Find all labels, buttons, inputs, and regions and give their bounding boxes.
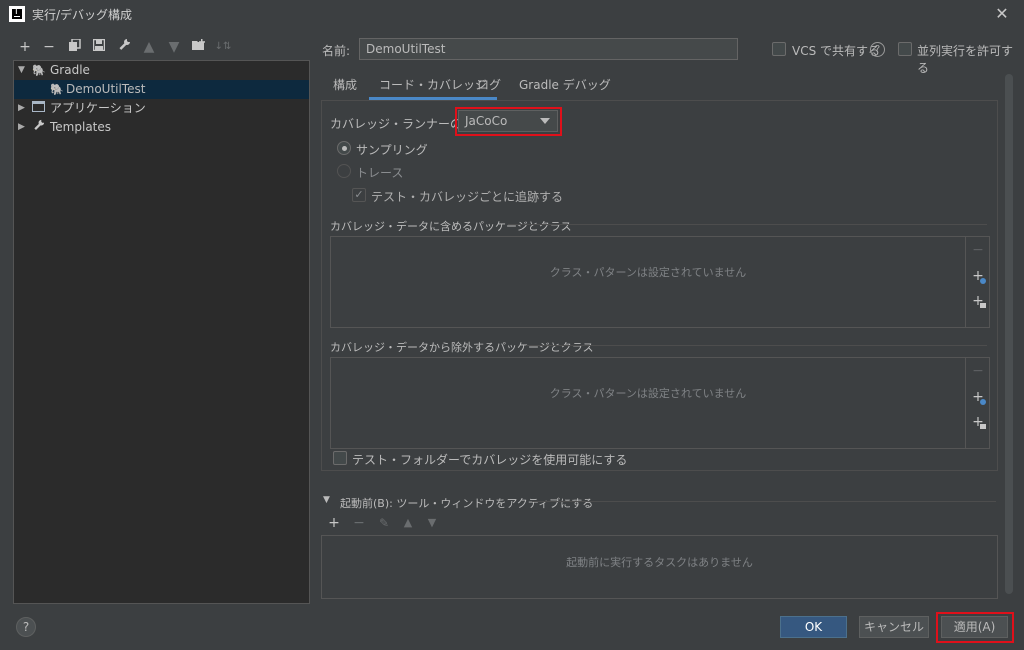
before-launch-title: 起動前(B): ツール・ウィンドウをアクティブにする <box>340 497 594 510</box>
list-toolbar: − + + <box>965 237 989 327</box>
include-section-title: カバレッジ・データに含めるパッケージとクラス <box>330 220 572 233</box>
include-patterns-list[interactable]: クラス・パターンは設定されていません − + + <box>330 236 990 328</box>
tab-gradle-debug[interactable]: Gradle デバッグ <box>509 72 621 100</box>
wrench-icon[interactable] <box>115 38 133 56</box>
edit-task-icon[interactable]: ✎ <box>375 514 393 532</box>
wrench-icon <box>33 118 45 137</box>
remove-icon[interactable]: − <box>970 363 986 379</box>
move-up-icon[interactable]: ▲ <box>399 514 417 532</box>
sort-icon[interactable]: ↓⇅ <box>214 38 232 56</box>
apply-button[interactable]: 適用(A) <box>941 616 1008 638</box>
minus-icon[interactable]: − <box>40 38 58 56</box>
parallel-run-checkbox[interactable] <box>898 42 912 56</box>
app-logo-icon <box>9 6 25 22</box>
move-down-icon[interactable]: ▼ <box>423 514 441 532</box>
tracing-label: トレース <box>356 166 404 180</box>
track-per-test-label: テスト・カバレッジごとに追跡する <box>371 190 564 204</box>
add-task-icon[interactable]: + <box>325 514 343 532</box>
help-icon[interactable]: ? <box>870 42 885 57</box>
save-icon[interactable] <box>90 38 108 56</box>
vcs-share-checkbox[interactable] <box>772 42 786 56</box>
application-icon <box>32 99 45 118</box>
before-launch-list[interactable]: 起動前に実行するタスクはありません <box>321 535 998 599</box>
add-class-icon[interactable]: + <box>970 268 986 284</box>
tree-item-application[interactable]: ▶ アプリケーション <box>14 99 309 118</box>
add-class-icon[interactable]: + <box>970 389 986 405</box>
tree-item-demoutiltest[interactable]: 🐘 DemoUtilTest <box>14 80 309 99</box>
folder-add-icon[interactable] <box>190 38 208 56</box>
separator <box>526 345 987 346</box>
expand-arrow-icon[interactable]: ▼ <box>18 61 25 80</box>
window-title: 実行/デバッグ構成 <box>32 8 133 22</box>
empty-list-text: クラス・パターンは設定されていません <box>549 266 747 279</box>
empty-list-text: 起動前に実行するタスクはありません <box>566 556 753 569</box>
collapse-arrow-icon[interactable]: ▶ <box>18 99 25 118</box>
list-toolbar: − + + <box>965 358 989 448</box>
gradle-icon: 🐘 <box>50 83 64 96</box>
close-icon[interactable]: ✕ <box>992 4 1012 24</box>
empty-list-text: クラス・パターンは設定されていません <box>549 387 747 400</box>
coverage-runner-select[interactable]: JaCoCo <box>458 110 558 132</box>
vcs-share-label: VCS で共有する <box>792 44 881 58</box>
collapse-arrow-icon[interactable]: ▶ <box>18 118 25 137</box>
exclude-section-title: カバレッジ・データから除外するパッケージとクラス <box>330 341 594 354</box>
separator <box>532 501 996 502</box>
runner-value: JaCoCo <box>465 114 508 128</box>
tree-item-templates[interactable]: ▶ Templates <box>14 118 309 137</box>
move-up-icon[interactable]: ▲ <box>140 38 158 56</box>
exclude-patterns-list[interactable]: クラス・パターンは設定されていません − + + <box>330 357 990 449</box>
vertical-scrollbar[interactable] <box>1005 74 1013 594</box>
plus-icon[interactable]: + <box>16 38 34 56</box>
tree-item-label: アプリケーション <box>50 101 146 115</box>
gradle-icon: 🐘 <box>32 64 46 77</box>
chevron-down-icon <box>540 118 550 124</box>
test-folders-label: テスト・フォルダーでカバレッジを使用可能にする <box>352 453 628 467</box>
name-field[interactable]: DemoUtilTest <box>359 38 738 60</box>
tab-configuration[interactable]: 構成 <box>323 72 367 100</box>
remove-task-icon[interactable]: − <box>350 514 368 532</box>
move-down-icon[interactable]: ▼ <box>165 38 183 56</box>
name-label: 名前: <box>322 44 351 58</box>
track-per-test-checkbox[interactable]: ✓ <box>352 188 366 202</box>
separator <box>508 224 987 225</box>
add-package-icon[interactable]: + <box>970 293 986 309</box>
remove-icon[interactable]: − <box>970 242 986 258</box>
help-button[interactable]: ? <box>16 617 36 637</box>
copy-icon[interactable] <box>66 38 84 56</box>
tree-item-label: DemoUtilTest <box>66 82 146 96</box>
tree-item-label: Templates <box>50 120 112 134</box>
tree-item-label: Gradle <box>50 63 90 77</box>
sampling-label: サンプリング <box>356 143 428 157</box>
add-package-icon[interactable]: + <box>970 414 986 430</box>
title-bar <box>0 0 1024 28</box>
tab-logs[interactable]: ログ <box>467 72 511 100</box>
test-folders-checkbox[interactable] <box>333 451 347 465</box>
cancel-button[interactable]: キャンセル <box>859 616 929 638</box>
parallel-run-label: 並列実行を許可する <box>917 44 1014 75</box>
ok-button[interactable]: OK <box>780 616 847 638</box>
collapse-arrow-icon[interactable]: ▼ <box>323 495 330 505</box>
config-tree[interactable]: ▼ 🐘 Gradle 🐘 DemoUtilTest ▶ アプリケーション ▶ T… <box>13 60 310 604</box>
tracing-radio[interactable] <box>337 164 351 178</box>
tree-item-gradle[interactable]: ▼ 🐘 Gradle <box>14 61 309 80</box>
sampling-radio[interactable] <box>337 141 351 155</box>
